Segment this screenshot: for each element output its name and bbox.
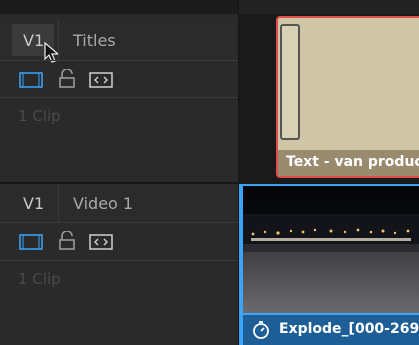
title-clip-label: Text - van product xyxy=(286,154,419,170)
title-clip-label-bar: Text - van product xyxy=(278,150,419,176)
track-id-label[interactable]: V1 xyxy=(23,194,44,213)
track-name-label[interactable]: Titles xyxy=(73,31,116,50)
lock-icon[interactable] xyxy=(58,231,76,251)
timer-icon xyxy=(251,320,271,340)
film-icon[interactable] xyxy=(19,234,43,250)
clip-count-label: 1 Clip xyxy=(18,107,61,125)
timeline-ruler xyxy=(239,0,419,14)
clip-count-label: 1 Clip xyxy=(18,270,61,288)
track-row-divider xyxy=(0,60,238,61)
video-clip[interactable]: Explode_[000-269] xyxy=(239,184,419,345)
title-clip[interactable]: Text - van product xyxy=(276,16,419,178)
code-icon[interactable] xyxy=(89,234,113,250)
track-header-video[interactable]: V1 Video 1 1 Clip xyxy=(0,184,238,345)
video-clip-label: Explode_[000-269] xyxy=(279,321,419,337)
track-id-separator xyxy=(58,184,59,222)
top-strip xyxy=(0,0,238,14)
video-clip-label-bar: Explode_[000-269] xyxy=(243,315,419,345)
track-header-titles[interactable]: V1 Titles 1 Clip xyxy=(0,14,238,184)
track-id-label: V1 xyxy=(23,31,45,50)
clip-trim-handle[interactable] xyxy=(280,24,300,140)
track-row-divider xyxy=(0,222,238,223)
video-clip-thumbnail xyxy=(243,186,419,313)
track-row-divider xyxy=(0,97,238,98)
track-name-label[interactable]: Video 1 xyxy=(73,194,133,213)
film-icon[interactable] xyxy=(19,72,43,88)
track-id-separator xyxy=(58,20,59,60)
code-icon[interactable] xyxy=(89,72,113,88)
lock-icon[interactable] xyxy=(58,69,76,89)
track-row-divider xyxy=(0,260,238,261)
